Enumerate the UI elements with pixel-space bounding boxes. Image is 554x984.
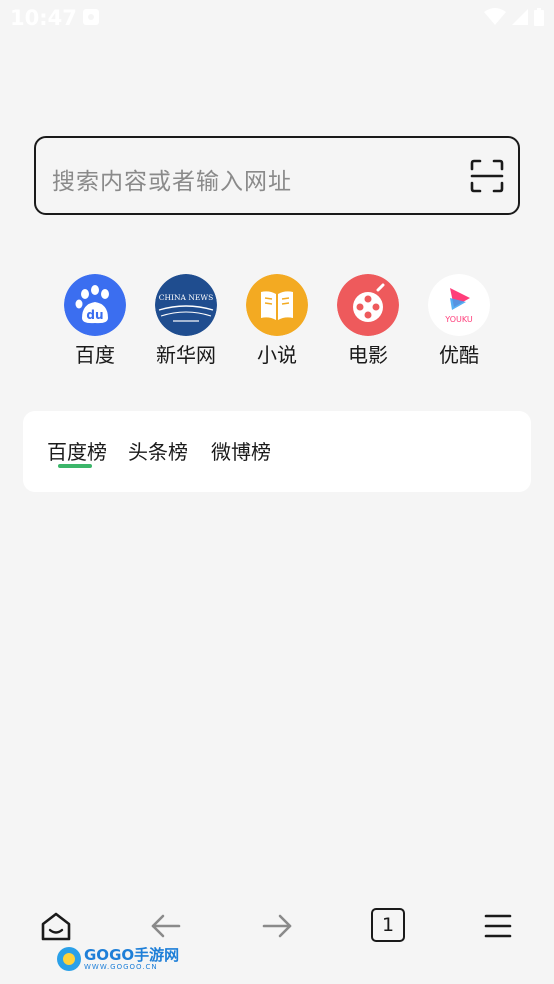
quick-link-xinhua[interactable]: CHINA NEWS 新华网 xyxy=(141,274,231,368)
tab-count: 1 xyxy=(381,914,395,936)
film-reel-icon xyxy=(337,274,399,336)
search-box[interactable]: 搜索内容或者输入网址 xyxy=(34,136,520,215)
settings-notification-icon xyxy=(83,9,99,25)
svg-text:YOUKU: YOUKU xyxy=(444,315,473,324)
forward-arrow-icon[interactable] xyxy=(255,906,299,946)
tab-weibo-trending[interactable]: 微博榜 xyxy=(211,436,271,465)
quick-links-grid: du 百度 CHINA NEWS 新华网 小说 电影 YOUKU 优酷 xyxy=(50,274,505,368)
quick-link-label: 小说 xyxy=(257,343,297,367)
svg-text:du: du xyxy=(86,308,103,322)
svg-text:CHINA NEWS: CHINA NEWS xyxy=(159,293,214,302)
status-bar: 10:47 xyxy=(0,0,554,38)
menu-icon[interactable] xyxy=(476,906,520,946)
china-news-icon: CHINA NEWS xyxy=(155,274,217,336)
quick-link-novel[interactable]: 小说 xyxy=(232,274,322,368)
tabs-button[interactable]: 1 xyxy=(366,906,410,946)
tabs-counter-box: 1 xyxy=(371,908,405,942)
gogo-logo-icon xyxy=(57,947,81,971)
cell-signal-icon xyxy=(512,9,528,25)
youku-icon: YOUKU xyxy=(428,274,490,336)
scan-icon[interactable] xyxy=(470,159,504,193)
wifi-icon xyxy=(484,8,506,25)
baidu-icon: du xyxy=(64,274,126,336)
trending-card: 百度榜 头条榜 微博榜 xyxy=(23,411,531,492)
back-arrow-icon[interactable] xyxy=(144,906,188,946)
watermark-text: GOGO手游网 WWW.GOGOO.CN xyxy=(84,945,180,971)
watermark-brand: GOGO手游网 xyxy=(84,945,180,964)
active-tab-indicator xyxy=(58,464,92,468)
battery-icon xyxy=(534,8,544,26)
quick-link-label: 电影 xyxy=(348,343,388,367)
quick-link-baidu[interactable]: du 百度 xyxy=(50,274,140,368)
quick-link-label: 优酷 xyxy=(439,343,479,367)
quick-link-label: 新华网 xyxy=(156,343,216,367)
watermark-url: WWW.GOGOO.CN xyxy=(84,962,158,971)
quick-link-youku[interactable]: YOUKU 优酷 xyxy=(414,274,504,368)
home-icon[interactable] xyxy=(34,906,78,946)
quick-link-label: 百度 xyxy=(75,343,115,367)
tab-baidu-trending[interactable]: 百度榜 xyxy=(47,436,107,465)
browser-home-screen: 10:47 搜索内容或者输入网址 du 百度 CHINA NEWS 新华网 小说… xyxy=(0,0,554,984)
tab-toutiao-trending[interactable]: 头条榜 xyxy=(128,436,188,465)
quick-link-movie[interactable]: 电影 xyxy=(323,274,413,368)
status-icons xyxy=(484,8,544,26)
status-time: 10:47 xyxy=(10,6,77,30)
search-input[interactable]: 搜索内容或者输入网址 xyxy=(52,162,292,196)
book-icon xyxy=(246,274,308,336)
watermark: GOGO手游网 WWW.GOGOO.CN xyxy=(57,947,179,971)
